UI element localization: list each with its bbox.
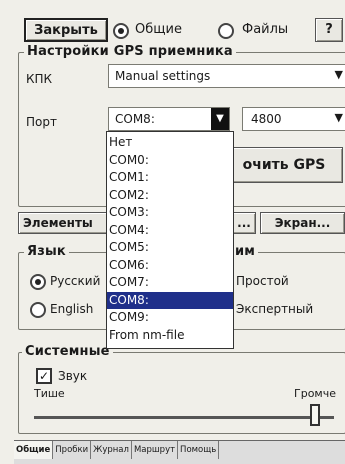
language-legend: Язык [24,244,69,259]
port-option[interactable]: COM5: [107,239,233,257]
port-option[interactable]: COM8: [107,291,233,309]
port-option[interactable]: Нет [107,134,233,152]
help-button[interactable]: ? [315,18,343,42]
bottom-tab-bar: Общие Пробки Журнал Маршрут Помощь [14,440,345,464]
port-option[interactable]: COM7: [107,274,233,292]
radio-expert[interactable]: Экспертный [232,300,342,320]
port-option[interactable]: COM6: [107,257,233,275]
port-option[interactable]: COM4: [107,222,233,240]
baud-select[interactable]: 4800 ▼ [242,107,345,131]
port-dropdown-list[interactable]: Нет COM0: COM1: COM2: COM3: COM4: COM5: COM6: CO… [106,131,234,349]
radio-russian-label: Русский [50,274,101,288]
close-button[interactable]: Закрыть [24,18,108,42]
gps-settings-legend: Настройки GPS приемника [24,44,236,59]
elements-button[interactable]: Элементы [18,212,112,234]
baud-select-value: 4800 [251,112,282,126]
bottom-tab[interactable]: Помощь [178,441,220,459]
radio-english-icon [30,302,46,318]
bottom-tab[interactable]: Маршрут [132,441,179,459]
bottom-tab[interactable]: Общие [14,441,54,459]
sound-checkbox[interactable]: ✓ Звук [36,366,126,386]
chevron-down-icon: ▼ [334,68,343,81]
port-option[interactable]: COM0: [107,152,233,170]
system-legend: Системные [22,344,113,359]
quieter-label: Тише [34,387,65,400]
chevron-down-icon: ▼ [334,111,343,124]
port-label: Порт [26,115,57,129]
radio-general-label: Общие [135,22,182,37]
port-option[interactable]: COM1: [107,169,233,187]
volume-thumb[interactable] [310,404,320,426]
checkbox-checked-icon: ✓ [36,368,52,384]
bottom-tab[interactable]: Журнал [91,441,132,459]
radio-expert-label: Экспертный [236,302,314,316]
more-button[interactable]: ... [232,212,256,234]
port-option[interactable]: COM2: [107,187,233,205]
check-gps-button[interactable]: очить GPS [225,147,343,183]
port-option[interactable]: COM3: [107,204,233,222]
radio-files[interactable]: Файлы [218,20,308,42]
kpk-select-value: Manual settings [115,69,211,83]
radio-simple-label: Простой [236,274,289,288]
volume-track [34,416,334,419]
louder-label: Громче [294,387,336,400]
volume-slider[interactable] [34,402,334,428]
chevron-down-icon: ▼ [216,113,224,124]
port-select[interactable]: COM8: ▼ [108,107,230,131]
mode-legend: им [232,244,259,259]
radio-general-icon [113,23,129,39]
radio-files-icon [218,23,234,39]
radio-english-label: English [50,302,94,316]
kpk-label: КПК [26,72,53,86]
screen-button[interactable]: Экран... [260,212,345,234]
kpk-select[interactable]: Manual settings ▼ [108,64,345,88]
sound-label: Звук [58,369,88,383]
port-option[interactable]: COM9: [107,309,233,327]
radio-files-label: Файлы [242,22,289,37]
bottom-tab[interactable]: Пробки [53,441,92,459]
radio-russian-icon [30,274,46,290]
radio-simple[interactable]: Простой [232,272,342,292]
port-option[interactable]: From nm-file [107,327,233,345]
radio-general[interactable]: Общие [113,20,209,42]
port-dropdown-arrow-button[interactable]: ▼ [211,108,229,130]
port-select-value: COM8: [115,112,155,126]
